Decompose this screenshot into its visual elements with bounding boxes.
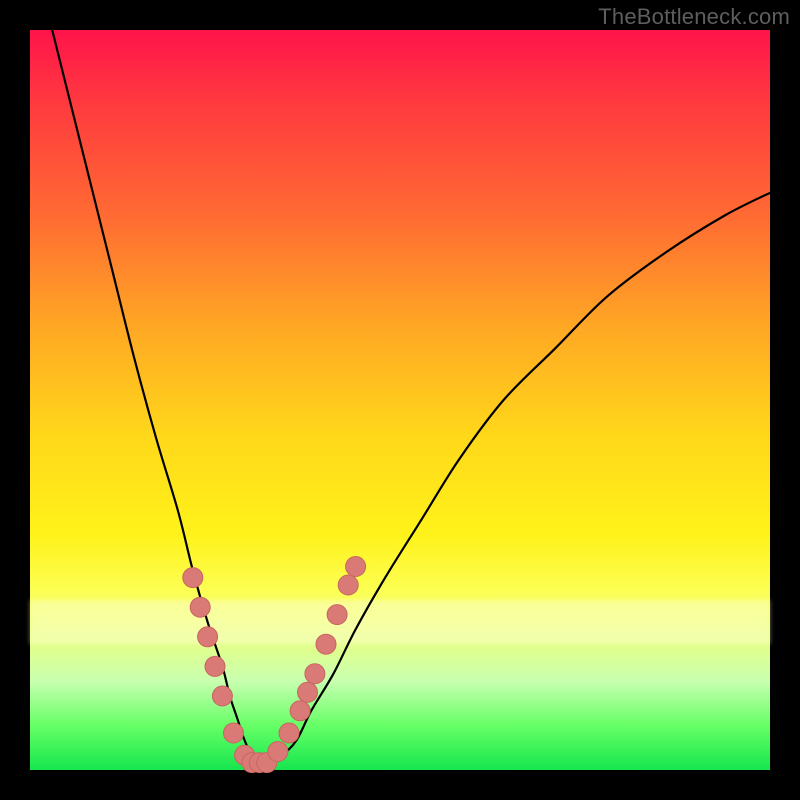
- curve-marker: [316, 634, 336, 654]
- curve-marker: [290, 701, 310, 721]
- curve-marker: [212, 686, 232, 706]
- bottleneck-curve: [52, 30, 770, 764]
- watermark-text: TheBottleneck.com: [598, 4, 790, 30]
- curve-marker: [268, 742, 288, 762]
- curve-marker: [305, 664, 325, 684]
- curve-marker: [346, 557, 366, 577]
- curve-marker: [338, 575, 358, 595]
- curve-marker: [205, 656, 225, 676]
- curve-marker: [224, 723, 244, 743]
- curve-marker: [190, 597, 210, 617]
- curve-marker: [279, 723, 299, 743]
- curve-marker: [298, 682, 318, 702]
- curve-svg: [30, 30, 770, 770]
- curve-marker: [198, 627, 218, 647]
- chart-stage: TheBottleneck.com: [0, 0, 800, 800]
- curve-marker: [327, 605, 347, 625]
- plot-area: [30, 30, 770, 770]
- curve-marker: [183, 568, 203, 588]
